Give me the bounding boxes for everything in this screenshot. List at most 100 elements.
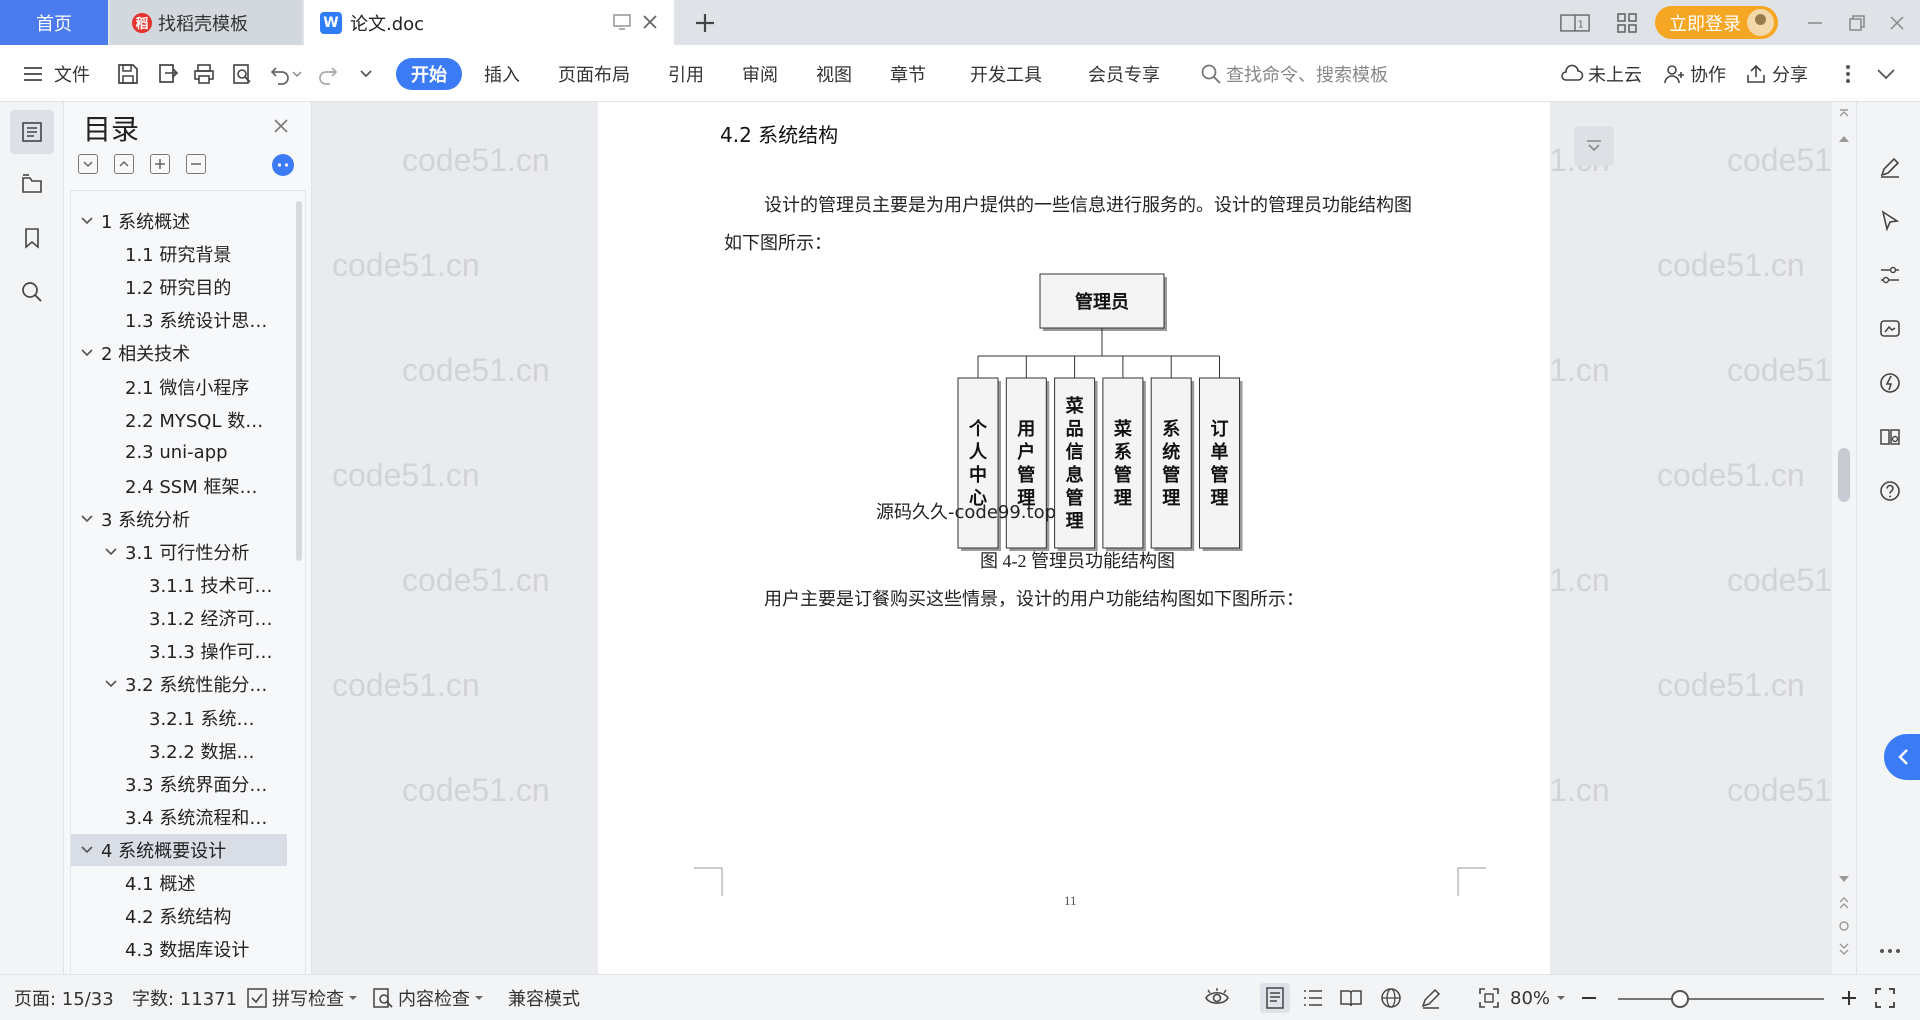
toc-item[interactable]: 3.4 系统流程和… [71, 801, 287, 833]
close-tab-icon[interactable] [638, 10, 662, 34]
toc-item[interactable]: 3 系统分析 [71, 503, 287, 535]
help-icon[interactable] [1875, 476, 1905, 506]
toc-scrollbar[interactable] [296, 201, 302, 561]
toc-item[interactable]: 3.1.3 操作可… [71, 635, 287, 667]
collaborate-button[interactable]: 协作 [1662, 45, 1726, 102]
web-view-icon[interactable] [1378, 985, 1404, 1011]
ribbon-tab-review[interactable]: 审阅 [742, 45, 778, 102]
toc-item[interactable]: 2.3 uni-app [71, 437, 287, 469]
toc-ai-icon[interactable] [272, 154, 294, 176]
eye-protection-icon[interactable] [1204, 985, 1230, 1011]
toc-item[interactable]: 3.1.1 技术可… [71, 569, 287, 601]
ai-assistant-icon[interactable] [1875, 368, 1905, 398]
toc-item[interactable]: 2.4 SSM 框架… [71, 470, 287, 502]
page-count[interactable]: 页面: 15/33 [14, 975, 114, 1020]
ribbon-tab-references[interactable]: 引用 [668, 45, 704, 102]
collapse-ribbon-icon[interactable] [1872, 60, 1900, 88]
close-window-icon[interactable] [1882, 8, 1912, 38]
chevron-down-icon[interactable] [79, 345, 95, 361]
outline-view-icon[interactable] [1300, 985, 1326, 1011]
apps-grid-icon[interactable] [1612, 8, 1642, 38]
ribbon-tab-layout[interactable]: 页面布局 [558, 45, 630, 102]
next-page-icon[interactable] [1838, 942, 1850, 956]
vertical-scroll-thumb[interactable] [1838, 448, 1850, 502]
prev-page-icon[interactable] [1838, 896, 1850, 910]
command-search[interactable]: 查找命令、搜索模板 [1200, 59, 1388, 89]
adjust-sliders-icon[interactable] [1875, 260, 1905, 290]
find-icon[interactable] [10, 270, 54, 314]
chevron-down-icon[interactable] [79, 842, 95, 858]
paragraph-2[interactable]: 用户主要是订餐购买这些情景，设计的用户功能结构图如下图所示： [764, 580, 1304, 618]
remove-heading-icon[interactable] [186, 154, 206, 174]
tab-template[interactable]: 稻 找稻壳模板 [110, 0, 302, 45]
fit-page-icon[interactable] [1476, 985, 1502, 1011]
ribbon-tab-member[interactable]: 会员专享 [1088, 45, 1160, 102]
login-button[interactable]: 立即登录 [1655, 6, 1778, 39]
ribbon-tab-view[interactable]: 视图 [816, 45, 852, 102]
toggle-ribbon-button[interactable] [1574, 126, 1614, 166]
restore-icon[interactable] [1842, 8, 1872, 38]
cloud-status[interactable]: 未上云 [1560, 45, 1642, 102]
quick-access-dropdown-icon[interactable] [352, 60, 380, 88]
file-menu[interactable]: 文件 [22, 45, 90, 102]
reading-view-icon[interactable] [1338, 985, 1364, 1011]
compat-mode[interactable]: 兼容模式 [508, 975, 580, 1020]
zoom-slider-track[interactable] [1618, 998, 1824, 1000]
collapse-all-icon[interactable] [114, 154, 134, 174]
ribbon-tab-start[interactable]: 开始 [396, 58, 462, 90]
toc-item[interactable]: 4.2 系统结构 [71, 900, 287, 932]
toc-item[interactable]: 3.2.2 数据… [71, 735, 287, 767]
toc-item[interactable]: 3.2.1 系统… [71, 702, 287, 734]
write-mode-icon[interactable] [1418, 985, 1444, 1011]
scroll-down-icon[interactable] [1838, 874, 1850, 884]
window-mode-icon[interactable] [610, 10, 634, 34]
save-icon[interactable] [114, 60, 142, 88]
toc-item[interactable]: 1 系统概述 [71, 205, 287, 237]
image-tools-icon[interactable] [1875, 314, 1905, 344]
zoom-in-icon[interactable] [1836, 985, 1862, 1011]
page-select-icon[interactable] [1838, 920, 1850, 932]
zoom-slider-knob[interactable] [1670, 990, 1689, 1008]
zoom-out-icon[interactable] [1576, 985, 1602, 1011]
select-cursor-icon[interactable] [1875, 206, 1905, 236]
print-preview-icon[interactable] [228, 60, 256, 88]
page-view-icon[interactable] [1260, 983, 1290, 1013]
ribbon-tab-developer[interactable]: 开发工具 [970, 45, 1042, 102]
chevron-down-icon[interactable] [79, 213, 95, 229]
content-check-button[interactable]: 内容检查 [372, 975, 484, 1020]
minimize-icon[interactable] [1800, 8, 1830, 38]
new-tab-button[interactable] [690, 8, 720, 38]
expand-all-icon[interactable] [78, 154, 98, 174]
word-count[interactable]: 字数: 11371 [132, 975, 237, 1020]
chevron-down-icon[interactable] [103, 676, 119, 692]
print-icon[interactable] [190, 60, 218, 88]
pen-icon[interactable] [1875, 152, 1905, 182]
zoom-select[interactable]: 80% [1510, 975, 1566, 1020]
layout-switch-icon[interactable]: 1 [1560, 8, 1590, 38]
document-page[interactable]: 4.2 系统结构 设计的管理员主要是为用户提供的一些信息进行服务的。设计的管理员… [598, 102, 1550, 974]
share-button[interactable]: 分享 [1744, 45, 1808, 102]
toc-item[interactable]: 1.3 系统设计思… [71, 304, 287, 336]
toc-item[interactable]: 3.1.2 经济可… [71, 602, 287, 634]
toc-item[interactable]: 3.2 系统性能分… [71, 668, 287, 700]
ribbon-tab-insert[interactable]: 插入 [484, 45, 520, 102]
more-horizontal-icon[interactable] [1875, 936, 1905, 966]
bookmark-icon[interactable] [10, 216, 54, 260]
reading-mode-icon[interactable] [1875, 422, 1905, 452]
ribbon-tab-chapter[interactable]: 章节 [890, 45, 926, 102]
toc-item[interactable]: 3.1 可行性分析 [71, 536, 287, 568]
tab-document[interactable]: W 论文.doc [304, 0, 674, 45]
toc-item[interactable]: 2 相关技术 [71, 337, 287, 369]
redo-icon[interactable] [314, 60, 342, 88]
toc-item[interactable]: 4.1 概述 [71, 867, 287, 899]
spell-check-button[interactable]: 拼写检查 [246, 975, 358, 1020]
chevron-down-icon[interactable] [79, 511, 95, 527]
toc-item[interactable]: 1.2 研究目的 [71, 271, 287, 303]
toc-item[interactable]: 2.2 MYSQL 数… [71, 404, 287, 436]
chevron-down-icon[interactable] [103, 544, 119, 560]
undo-dropdown-icon[interactable] [290, 60, 304, 88]
toc-item[interactable]: 3.3 系统界面分… [71, 768, 287, 800]
chapter-nav-icon[interactable] [10, 162, 54, 206]
vertical-scrollbar[interactable] [1832, 102, 1856, 974]
figure-caption[interactable]: 图 4-2 管理员功能结构图 [980, 542, 1175, 580]
